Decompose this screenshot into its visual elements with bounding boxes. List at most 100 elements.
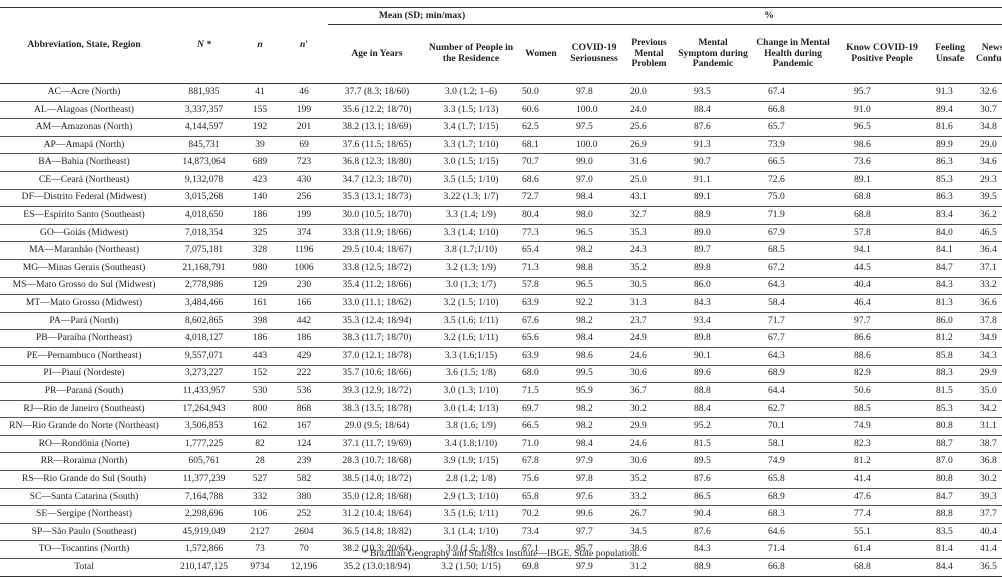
cell-feeling-unsafe: 83.4 — [928, 206, 972, 225]
cell-previous-mental: 24.6 — [622, 347, 676, 366]
cell-n-prime: 374 — [280, 224, 328, 243]
cell-residence: 3.5 (1.6; 1/11) — [426, 312, 516, 331]
table-row: SE—Sergipe (Northeast) 2,298,696 106 252 31.… — [0, 505, 1002, 524]
cell-mental-change: 70.1 — [750, 417, 836, 436]
cell-feeling-unsafe: 80.8 — [928, 470, 972, 489]
cell-n-prime: 256 — [280, 189, 328, 208]
cell-mental-symptom: 90.7 — [676, 153, 750, 172]
cell-n: 800 — [240, 400, 280, 419]
cell-n: 530 — [240, 382, 280, 401]
table-row: GO—Goiás (Midwest) 7,018,354 325 374 33.8 (1… — [0, 224, 1002, 243]
cell-know-positive: 68.8 — [836, 189, 928, 208]
table-row: PA—Pará (North) 8,602,865 398 442 35.3 (12.4… — [0, 312, 1002, 331]
cell-mental-symptom: 86.5 — [676, 488, 750, 507]
table-row: CE—Ceará (Northeast) 9,132,078 423 430 34.7 … — [0, 171, 1002, 190]
cell-covid-seriousness: 96.5 — [566, 224, 622, 243]
cell-age: 35.7 (10.6; 18/66) — [328, 365, 426, 384]
cell-women: 50.0 — [516, 83, 566, 102]
cell-women: 65.6 — [516, 329, 566, 348]
cell-n-prime: 222 — [280, 365, 328, 384]
cell-residence: 3.0 (1.4; 1/13) — [426, 400, 516, 419]
cell-news-confusing: 30.2 — [972, 470, 1002, 489]
cell-age: 39.3 (12.9; 18/72) — [328, 382, 426, 401]
cell-mental-change: 71.7 — [750, 312, 836, 331]
cell-n-prime: 429 — [280, 347, 328, 366]
cell-know-positive: 82.3 — [836, 435, 928, 454]
cell-n-prime: 380 — [280, 488, 328, 507]
col-header-news-confusing: News is Confusing — [972, 24, 1002, 84]
cell-feeling-unsafe: 88.8 — [928, 505, 972, 524]
cell-mental-change: 58.1 — [750, 435, 836, 454]
group-header-mean: Mean (SD; min/max) — [328, 7, 516, 25]
cell-mental-symptom: 88.9 — [676, 206, 750, 225]
cell-n-prime: 2604 — [280, 523, 328, 542]
cell-news-confusing: 46.5 — [972, 224, 1002, 243]
cell-feeling-unsafe: 81.3 — [928, 294, 972, 313]
cell-feeling-unsafe: 81.2 — [928, 329, 972, 348]
cell-population: 4,018,650 — [168, 206, 240, 225]
cell-mental-change: 67.7 — [750, 329, 836, 348]
cell-age: 36.5 (14.8; 18/82) — [328, 523, 426, 542]
cell-feeling-unsafe: 81.5 — [928, 382, 972, 401]
cell-previous-mental: 25.0 — [622, 171, 676, 190]
cell-women: 80.4 — [516, 206, 566, 225]
cell-mental-change: 62.7 — [750, 400, 836, 419]
cell-state: PI—Piauí (Nordeste) — [0, 365, 168, 384]
cell-age: 35.0 (12.8; 18/68) — [328, 488, 426, 507]
cell-know-positive: 88.5 — [836, 400, 928, 419]
cell-age: 36.8 (12.3; 18/80) — [328, 153, 426, 172]
cell-residence: 2.8 (1.2; 1/8) — [426, 470, 516, 489]
cell-previous-mental: 30.2 — [622, 400, 676, 419]
cell-n: 328 — [240, 241, 280, 260]
cell-mental-symptom: 86.0 — [676, 277, 750, 296]
cell-residence: 3.3 (1.5; 1/13) — [426, 101, 516, 120]
total-row: Total 210,147,125 9734 12,196 35.2 (13.0;18/… — [0, 558, 1002, 577]
cell-mental-symptom: 91.1 — [676, 171, 750, 190]
cell-previous-mental: 35.3 — [622, 224, 676, 243]
cell-residence: 3.8 (1.7;1/10) — [426, 241, 516, 260]
table-row: RR—Roraima (North) 605,761 28 239 28.3 (10.7… — [0, 452, 1002, 472]
cell-mental-symptom: 93.4 — [676, 312, 750, 331]
cell-covid-seriousness: 98.8 — [566, 259, 622, 278]
cell-know-positive: 50.6 — [836, 382, 928, 401]
cell-mental-change: 64.3 — [750, 277, 836, 296]
table-row: MT—Mato Grosso (Midwest) 3,484,466 161 166 3… — [0, 294, 1002, 313]
cell-population: 3,506,853 — [168, 417, 240, 436]
cell-previous-mental: 33.2 — [622, 488, 676, 507]
cell-know-positive: 40.4 — [836, 277, 928, 296]
cell-previous-mental: 31.6 — [622, 153, 676, 172]
cell-news-confusing: 35.0 — [972, 382, 1002, 401]
cell-n: 186 — [240, 206, 280, 225]
table-row: RS—Rio Grande do Sul (South) 11,377,239 52… — [0, 470, 1002, 489]
cell-mental-symptom: 87.6 — [676, 470, 750, 489]
footnote: * Brazilian Geography and Statistics Ins… — [362, 548, 640, 559]
cell-residence: 3.22 (1.3; 1/7) — [426, 189, 516, 208]
cell-know-positive: 95.7 — [836, 83, 928, 102]
cell-mental-symptom: 89.7 — [676, 241, 750, 260]
cell-population: 3,015,268 — [168, 189, 240, 208]
cell-residence: 3.5 (1.5; 1/10) — [426, 171, 516, 190]
cell-age: 29.5 (10.4; 18/67) — [328, 241, 426, 260]
cell-state: SP—São Paulo (Southeast) — [0, 523, 168, 542]
cell-age: 31.2 (10.4; 18/64) — [328, 505, 426, 524]
cell-state: MT—Mato Grosso (Midwest) — [0, 294, 168, 313]
cell-population: 210,147,125 — [168, 558, 240, 577]
cell-women: 70.7 — [516, 153, 566, 172]
cell-residence: 2.9 (1.3; 1/10) — [426, 488, 516, 507]
cell-women: 71.0 — [516, 435, 566, 454]
cell-covid-seriousness: 100.0 — [566, 101, 622, 120]
cell-mental-change: 65.8 — [750, 470, 836, 489]
cell-mental-symptom: 84.3 — [676, 294, 750, 313]
cell-covid-seriousness: 98.6 — [566, 347, 622, 366]
cell-know-positive: 91.0 — [836, 101, 928, 120]
cell-know-positive: 55.1 — [836, 523, 928, 542]
cell-age: 35.3 (12.4; 18/94) — [328, 312, 426, 331]
cell-state: GO—Goiás (Midwest) — [0, 224, 168, 243]
cell-n-prime: 124 — [280, 435, 328, 454]
cell-residence: 3.3 (1.7; 1/10) — [426, 136, 516, 155]
cell-know-positive: 98.6 — [836, 136, 928, 155]
cell-n: 9734 — [240, 558, 280, 577]
cell-news-confusing: 31.1 — [972, 417, 1002, 436]
cell-age: 37.7 (8.3; 18/60) — [328, 83, 426, 102]
cell-feeling-unsafe: 86.0 — [928, 312, 972, 331]
